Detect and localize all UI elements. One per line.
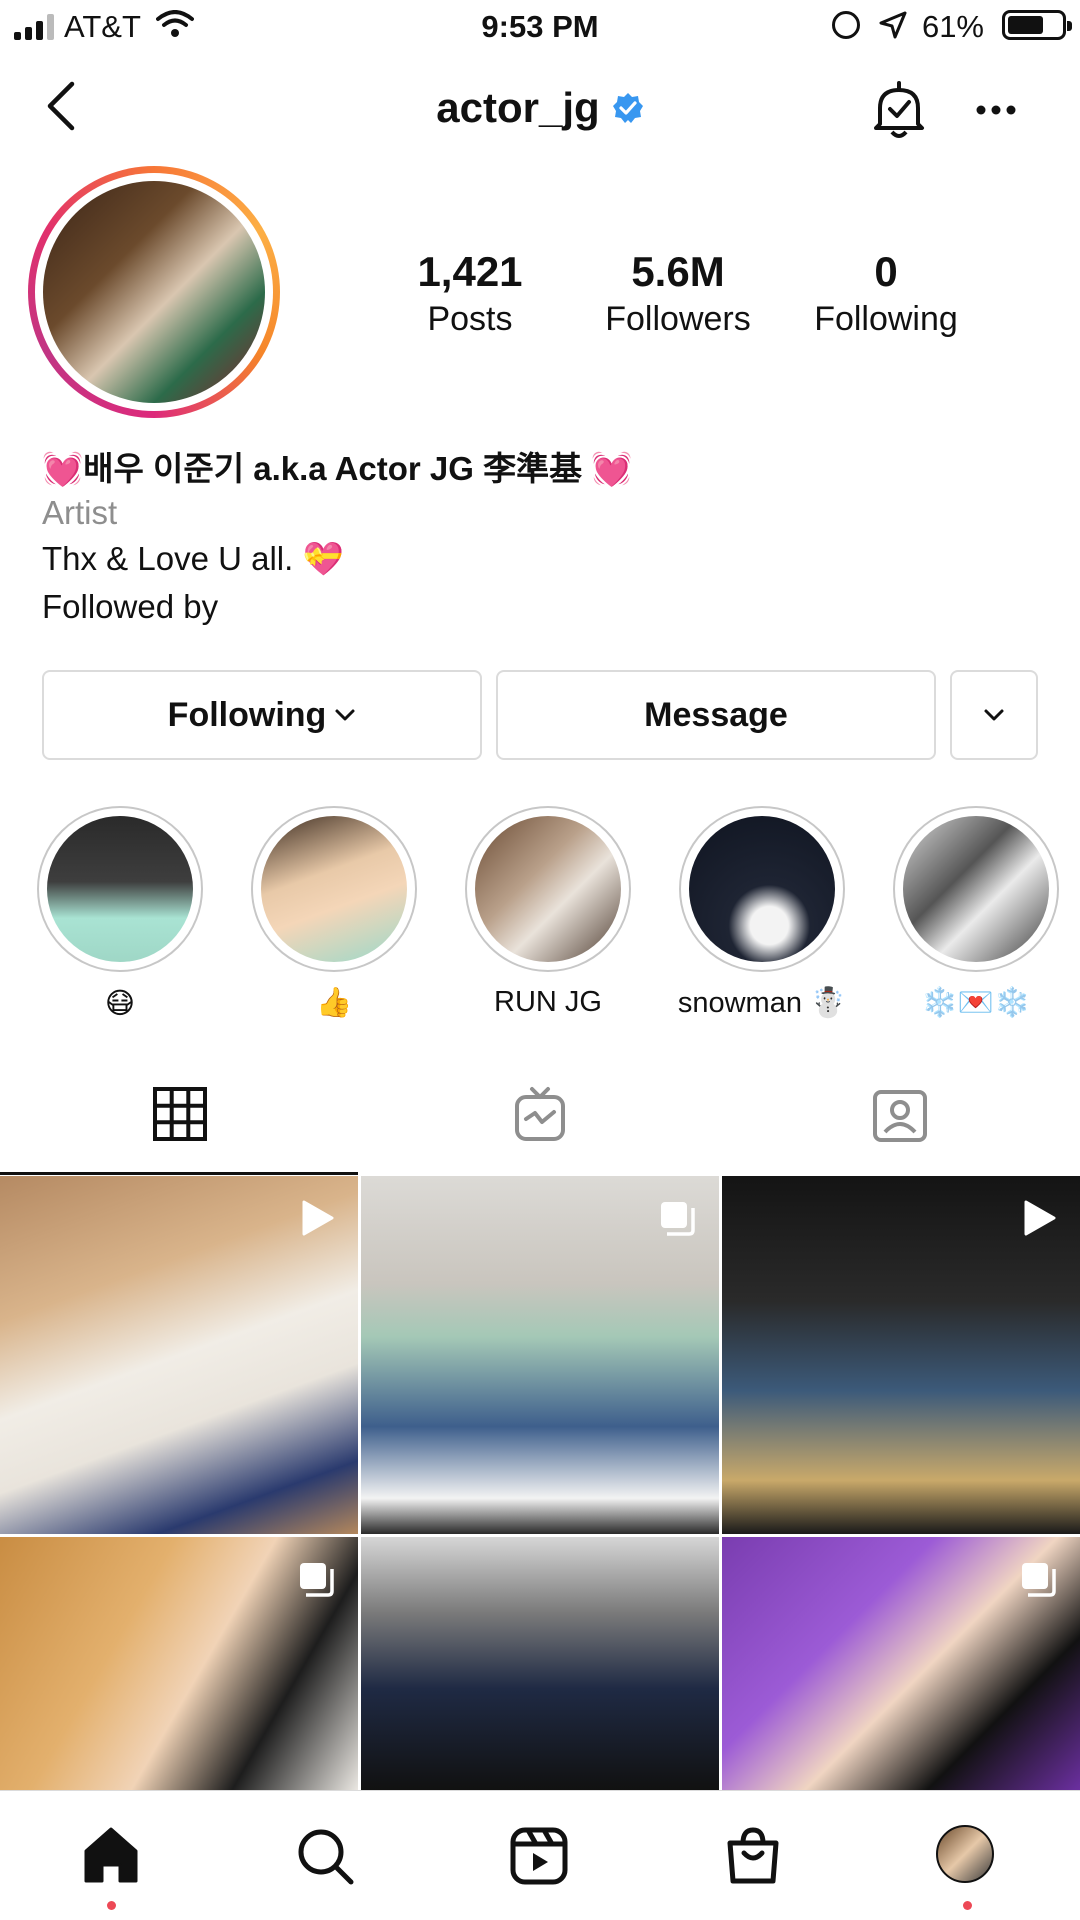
notification-dot <box>963 1901 972 1910</box>
video-icon <box>1024 1200 1056 1236</box>
grid-icon[interactable] <box>150 1084 210 1144</box>
following-count: 0 <box>874 248 898 295</box>
highlight-label: snowman ☃️ <box>677 987 847 1019</box>
followers-count: 5.6M <box>631 248 725 295</box>
igtv-icon[interactable] <box>510 1084 570 1144</box>
highlight-cover <box>903 816 1049 962</box>
bottom-navigation <box>0 1790 1080 1920</box>
followers-label: Followers <box>605 300 751 338</box>
story-highlight[interactable]: 👍 <box>249 806 419 1020</box>
profile-tab[interactable] <box>936 1825 998 1887</box>
search-icon[interactable] <box>294 1825 356 1887</box>
message-button-label: Message <box>644 695 788 734</box>
highlight-cover <box>475 816 621 962</box>
profile-avatar-icon <box>936 1825 994 1883</box>
chevron-down-icon <box>335 709 355 721</box>
highlight-label: ❄️💌❄️ <box>921 987 1031 1019</box>
username-text: actor_jg <box>436 84 600 131</box>
highlight-cover <box>261 816 407 962</box>
chevron-down-icon <box>984 709 1004 721</box>
grid-post[interactable] <box>0 1176 358 1534</box>
highlight-cover <box>47 816 193 962</box>
stat-posts[interactable]: 1,421 Posts <box>370 248 570 339</box>
bio-text: Thx & Love U all. 💝 <box>42 540 344 577</box>
battery-percent: 61% <box>921 9 984 44</box>
carousel-icon <box>661 1202 695 1236</box>
profile-avatar-story-ring[interactable] <box>28 166 280 418</box>
posts-label: Posts <box>427 300 513 338</box>
story-highlight[interactable]: RUN JG <box>463 806 633 1019</box>
grid-post[interactable] <box>361 1537 719 1790</box>
rotation-lock-icon <box>832 11 860 39</box>
bio-display-name: 💓배우 이준기 a.k.a Actor JG 李準基 💓 <box>42 450 633 487</box>
stat-following[interactable]: 0 Following <box>786 248 986 339</box>
highlight-label: RUN JG <box>494 986 602 1018</box>
story-highlight[interactable]: ❄️💌❄️ <box>891 806 1061 1020</box>
story-highlight[interactable]: snowman ☃️ <box>677 806 847 1020</box>
highlight-cover <box>689 816 835 962</box>
tagged-icon[interactable] <box>870 1084 930 1144</box>
grid-post[interactable] <box>0 1537 358 1790</box>
highlight-label: 👍 <box>315 987 353 1019</box>
more-options-icon[interactable] <box>976 104 1016 116</box>
following-button[interactable]: Following <box>42 670 482 760</box>
status-time: 9:53 PM <box>481 9 599 44</box>
notification-bell-icon[interactable] <box>870 80 928 140</box>
home-icon[interactable] <box>80 1825 142 1887</box>
carousel-icon <box>1022 1563 1056 1597</box>
grid-post[interactable] <box>722 1176 1080 1534</box>
highlight-label: 😷 <box>104 988 136 1020</box>
stat-followers[interactable]: 5.6M Followers <box>578 248 778 339</box>
active-tab-indicator <box>0 1172 358 1175</box>
posts-count: 1,421 <box>417 248 523 295</box>
grid-post[interactable] <box>722 1537 1080 1790</box>
video-icon <box>302 1200 334 1236</box>
location-icon <box>879 11 907 39</box>
notification-dot <box>107 1901 116 1910</box>
bio-followed-by[interactable]: Followed by <box>42 588 218 626</box>
shop-icon[interactable] <box>722 1825 784 1887</box>
following-label: Following <box>814 300 958 338</box>
battery-icon <box>1002 10 1072 40</box>
message-button[interactable]: Message <box>496 670 936 760</box>
grid-post[interactable] <box>361 1176 719 1534</box>
reels-icon[interactable] <box>508 1825 570 1887</box>
suggested-accounts-button[interactable] <box>950 670 1038 760</box>
bio-category: Artist <box>42 494 118 531</box>
profile-avatar <box>43 181 265 403</box>
status-bar: AT&T 9:53 PM 61% <box>0 0 1080 54</box>
carousel-icon <box>300 1563 334 1597</box>
following-button-label: Following <box>167 695 327 734</box>
verified-badge-icon <box>612 93 643 123</box>
story-highlight[interactable]: 😷 <box>35 806 205 1021</box>
